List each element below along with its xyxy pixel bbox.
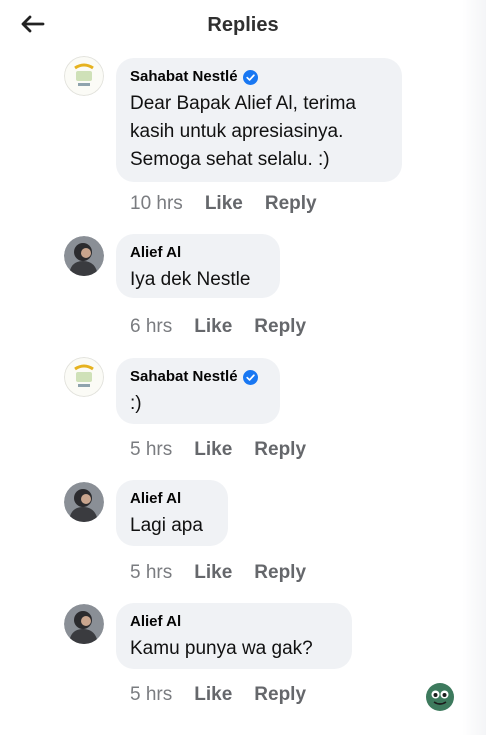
comment-actions: 5 hrs Like Reply [130, 439, 306, 461]
comment-timestamp: 10 hrs [130, 193, 183, 214]
verified-badge-icon [242, 69, 258, 85]
reply-button[interactable]: Reply [254, 316, 306, 338]
comment-author[interactable]: Sahabat Nestlé [130, 68, 388, 86]
comment-text: :) [130, 393, 142, 414]
avatar-alief-al[interactable] [64, 482, 104, 522]
top-bar: Replies [0, 0, 486, 54]
comment-bubble: Sahabat Nestlé Dear Bapak Alief Al, teri… [116, 58, 402, 182]
reply-button[interactable]: Reply [265, 193, 317, 215]
comment-actions: 6 hrs Like Reply [130, 316, 306, 338]
like-button[interactable]: Like [194, 562, 232, 584]
edge-shadow [462, 0, 486, 735]
comment-author[interactable]: Alief Al [130, 244, 266, 262]
like-button[interactable]: Like [194, 439, 232, 461]
avatar-alief-al[interactable] [64, 604, 104, 644]
comment-author[interactable]: Alief Al [130, 613, 338, 631]
comment-text: Lagi apa [130, 515, 203, 536]
verified-badge-icon [242, 369, 258, 385]
comment-timestamp: 5 hrs [130, 439, 173, 460]
avatar-sahabat-nestle[interactable] [64, 56, 104, 96]
page-title: Replies [207, 14, 279, 36]
avatar-alief-al[interactable] [64, 236, 104, 276]
comment-actions: 5 hrs Like Reply [130, 562, 306, 584]
comment-timestamp: 5 hrs [130, 684, 173, 705]
comment-bubble: Sahabat Nestlé :) [116, 358, 280, 424]
comment-text: Iya dek Nestle [130, 269, 251, 290]
comment-author[interactable]: Sahabat Nestlé [130, 368, 266, 386]
avatar-sahabat-nestle[interactable] [64, 357, 104, 397]
comment-bubble: Alief Al Iya dek Nestle [116, 234, 280, 298]
like-button[interactable]: Like [205, 193, 243, 215]
comment-timestamp: 6 hrs [130, 316, 173, 337]
reply-button[interactable]: Reply [254, 439, 306, 461]
comment-bubble: Alief Al Kamu punya wa gak? [116, 603, 352, 669]
like-button[interactable]: Like [194, 316, 232, 338]
comment-author[interactable]: Alief Al [130, 490, 214, 508]
like-button[interactable]: Like [194, 684, 232, 706]
comment-actions: 10 hrs Like Reply [130, 193, 317, 215]
floating-emoji-icon[interactable] [425, 682, 455, 712]
reply-button[interactable]: Reply [254, 562, 306, 584]
reply-button[interactable]: Reply [254, 684, 306, 706]
comment-actions: 5 hrs Like Reply [130, 684, 306, 706]
comment-text: Kamu punya wa gak? [130, 638, 313, 659]
comment-bubble: Alief Al Lagi apa [116, 480, 228, 546]
comment-timestamp: 5 hrs [130, 562, 173, 583]
comment-text: Dear Bapak Alief Al, terima kasih untuk … [130, 93, 356, 170]
